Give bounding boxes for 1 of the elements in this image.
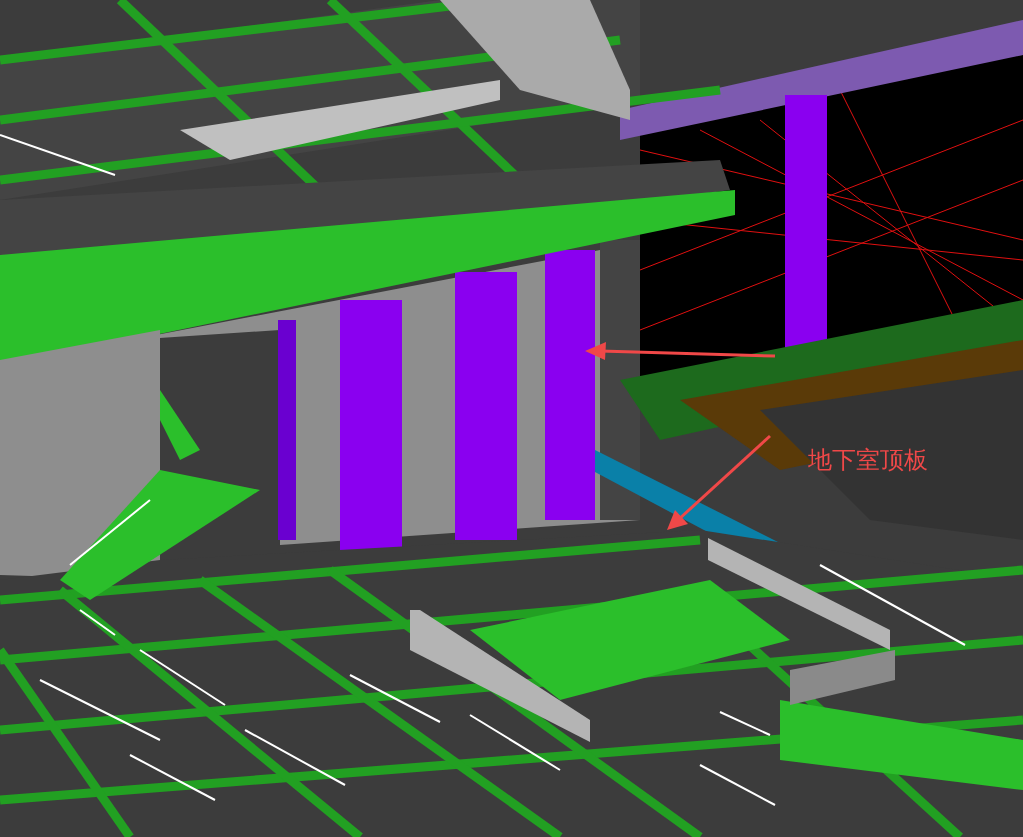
- annotation-label: 地下室顶板: [808, 448, 928, 472]
